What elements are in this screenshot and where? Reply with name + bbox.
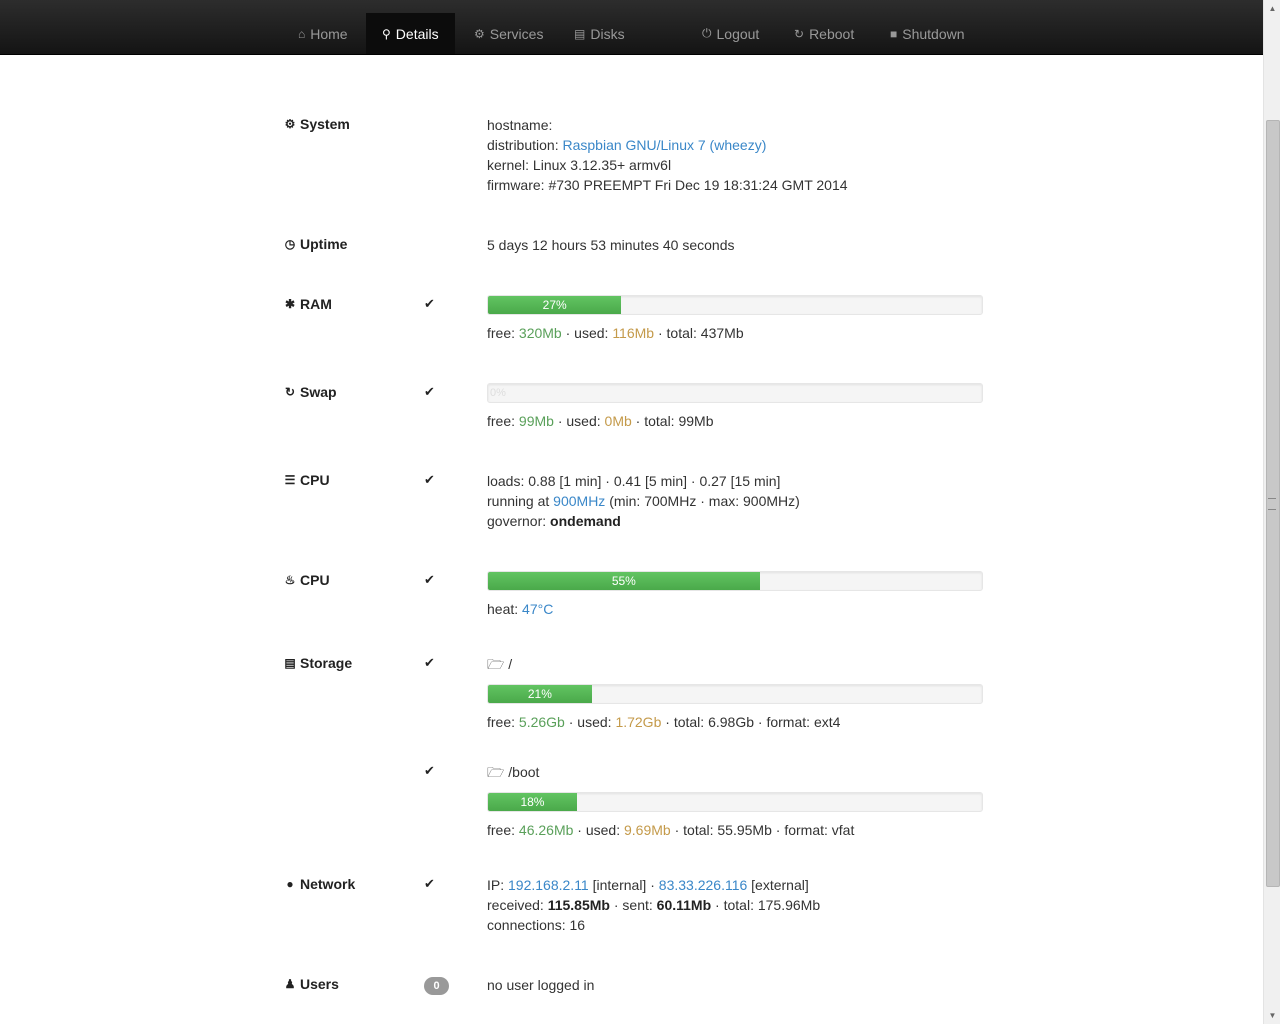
disk-boot-progress-bar: 18% bbox=[487, 792, 983, 812]
disk-root-progress-fill: 21% bbox=[488, 685, 592, 703]
cpu-heat-progress-fill: 55% bbox=[488, 572, 760, 590]
firmware-row: firmware: #730 PREEMPT Fri Dec 19 18:31:… bbox=[487, 177, 848, 193]
page-scrollbar[interactable]: ▲ ▼ bbox=[1263, 0, 1280, 1024]
swap-stats: free: 99Mb · used: 0Mb · total: 99Mb bbox=[487, 413, 714, 429]
list-icon: ☰ bbox=[284, 473, 296, 487]
nav-home[interactable]: ⌂ Home bbox=[282, 13, 364, 54]
disk-root-progress-bar: 21% bbox=[487, 684, 983, 704]
check-icon: ✔ bbox=[424, 655, 435, 670]
ip-internal-link[interactable]: 192.168.2.11 bbox=[508, 877, 589, 893]
hostname-row: hostname: bbox=[487, 117, 553, 133]
network-traffic-row: received: 115.85Mb · sent: 60.11Mb · tot… bbox=[487, 897, 821, 913]
refresh-icon: ↻ bbox=[794, 26, 805, 41]
cpu-info: loads: 0.88 [1 min] · 0.41 [5 min] · 0.2… bbox=[487, 471, 800, 531]
gear-icon: ⚙ bbox=[284, 117, 296, 131]
disk-boot-progress-fill: 18% bbox=[488, 793, 577, 811]
swap-progress-bar: 0% bbox=[487, 383, 983, 403]
check-icon: ✔ bbox=[424, 472, 435, 487]
cpu-heat-progress-bar: 55% bbox=[487, 571, 983, 591]
refresh-icon: ↻ bbox=[284, 385, 296, 399]
cpu-heat-label: ♨ CPU bbox=[284, 572, 330, 588]
folder-open-icon: 🗁 bbox=[487, 656, 505, 672]
cpu-loads-row: loads: 0.88 [1 min] · 0.41 [5 min] · 0.2… bbox=[487, 473, 781, 489]
check-icon: ✔ bbox=[424, 572, 435, 587]
clock-icon: ◷ bbox=[284, 237, 296, 251]
power-icon: ⏻ bbox=[702, 26, 712, 40]
check-icon: ✔ bbox=[424, 296, 435, 311]
users-count-badge: 0 bbox=[424, 977, 449, 995]
swap-label: ↻ Swap bbox=[284, 384, 337, 400]
kernel-row: kernel: Linux 3.12.35+ armv6l bbox=[487, 157, 672, 173]
nav-services[interactable]: ⚙ Services bbox=[458, 13, 559, 54]
uptime-value: 5 days 12 hours 53 minutes 40 seconds bbox=[487, 237, 735, 253]
globe-icon: ● bbox=[286, 877, 294, 891]
nav-details[interactable]: ⚲ Details bbox=[366, 13, 455, 54]
users-message: no user logged in bbox=[487, 977, 595, 993]
hdd-icon: ▤ bbox=[284, 656, 296, 670]
top-navbar: ⌂ Home ⚲ Details ⚙ Services ▤ Disks ⏻ Logout … bbox=[0, 0, 1263, 55]
disk-boot-stats: free: 46.26Mb · used: 9.69Mb · total: 55… bbox=[487, 822, 855, 838]
system-info: hostname: distribution: Raspbian GNU/Lin… bbox=[487, 115, 848, 195]
gear-icon: ⚙ bbox=[474, 26, 485, 41]
hdd-icon: ▤ bbox=[574, 26, 586, 41]
scroll-down-icon[interactable]: ▼ bbox=[1264, 1007, 1280, 1024]
home-icon: ⌂ bbox=[298, 26, 306, 41]
uptime-label: ◷ Uptime bbox=[284, 236, 348, 252]
scrollbar-grip bbox=[1268, 498, 1276, 510]
network-ip-row: IP: 192.168.2.11 [internal] · 83.33.226.… bbox=[487, 877, 809, 893]
check-icon: ✔ bbox=[424, 876, 435, 891]
stop-icon: ■ bbox=[890, 26, 898, 41]
cpu-governor-row: governor: ondemand bbox=[487, 513, 621, 529]
swap-progress-text: 0% bbox=[490, 387, 506, 399]
asterisk-icon: ✱ bbox=[284, 297, 296, 311]
users-label: ♟ Users bbox=[284, 976, 339, 992]
ram-progress-bar: 27% bbox=[487, 295, 983, 315]
nav-logout[interactable]: ⏻ Logout bbox=[686, 13, 775, 54]
network-connections-row: connections: 16 bbox=[487, 917, 586, 933]
nav-disks[interactable]: ▤ Disks bbox=[558, 13, 641, 54]
check-icon: ✔ bbox=[424, 384, 435, 399]
disk-mount: 🗁 / bbox=[487, 656, 513, 672]
nav-shutdown[interactable]: ■ Shutdown bbox=[874, 13, 981, 54]
search-icon: ⚲ bbox=[382, 26, 391, 41]
cpu-label: ☰ CPU bbox=[284, 472, 330, 488]
ip-external-link[interactable]: 83.33.226.116 bbox=[659, 877, 748, 893]
scroll-up-icon[interactable]: ▲ bbox=[1264, 0, 1280, 17]
distribution-link[interactable]: Raspbian GNU/Linux 7 (wheezy) bbox=[562, 137, 766, 153]
cpu-freq-row: running at 900MHz (min: 700MHz · max: 90… bbox=[487, 493, 800, 509]
check-icon: ✔ bbox=[424, 763, 435, 778]
network-label: ● Network bbox=[283, 876, 355, 892]
ram-label: ✱ RAM bbox=[284, 296, 332, 312]
disk-mount: 🗁 /boot bbox=[487, 764, 540, 780]
fire-icon: ♨ bbox=[284, 573, 296, 587]
cpu-heat-stats: heat: 47°C bbox=[487, 601, 554, 617]
network-info: IP: 192.168.2.11 [internal] · 83.33.226.… bbox=[487, 875, 820, 935]
user-icon: ♟ bbox=[284, 977, 296, 991]
nav-reboot[interactable]: ↻ Reboot bbox=[778, 13, 870, 54]
ram-progress-fill: 27% bbox=[488, 296, 622, 314]
distribution-row: distribution: Raspbian GNU/Linux 7 (whee… bbox=[487, 137, 767, 153]
storage-label: ▤ Storage bbox=[284, 655, 353, 671]
disk-root-stats: free: 5.26Gb · used: 1.72Gb · total: 6.9… bbox=[487, 714, 841, 730]
ram-stats: free: 320Mb · used: 116Mb · total: 437Mb bbox=[487, 325, 744, 341]
system-label: ⚙ System bbox=[284, 116, 350, 132]
folder-open-icon: 🗁 bbox=[487, 764, 505, 780]
